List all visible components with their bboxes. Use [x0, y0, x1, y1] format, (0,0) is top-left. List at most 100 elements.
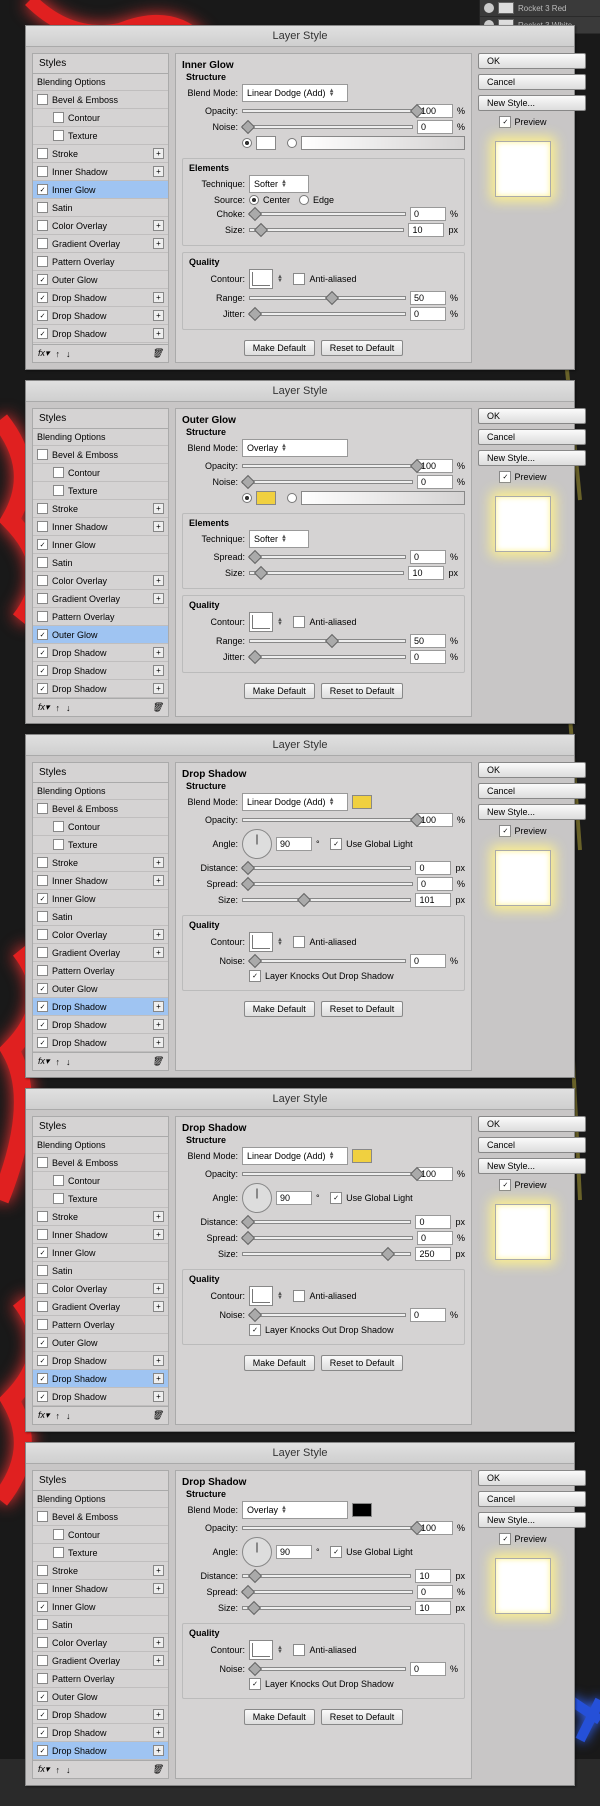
checkbox[interactable] — [37, 1619, 48, 1630]
value-input[interactable]: 10 — [415, 1601, 451, 1615]
style-item[interactable]: Drop Shadow+ — [33, 1034, 168, 1052]
add-button[interactable]: + — [153, 575, 164, 586]
slider[interactable] — [242, 1167, 413, 1181]
style-item[interactable]: Drop Shadow+ — [33, 289, 168, 307]
preview-checkbox[interactable] — [499, 1533, 511, 1545]
slider[interactable] — [242, 877, 413, 891]
trash-icon[interactable]: 🗑 — [152, 1056, 163, 1067]
slider[interactable] — [242, 861, 411, 875]
add-button[interactable]: + — [153, 1301, 164, 1312]
dropdown[interactable]: Softer▲▼ — [249, 530, 309, 548]
add-button[interactable]: + — [153, 593, 164, 604]
checkbox[interactable] — [37, 310, 48, 321]
style-item[interactable]: Color Overlay+ — [33, 1280, 168, 1298]
ok-button[interactable]: OK — [478, 1116, 586, 1132]
style-item[interactable]: Blending Options — [33, 1491, 168, 1508]
checkbox[interactable] — [37, 665, 48, 676]
add-button[interactable]: + — [153, 929, 164, 940]
checkbox[interactable] — [53, 839, 64, 850]
color-swatch[interactable] — [352, 1503, 372, 1517]
reset-default-button[interactable]: Reset to Default — [321, 1355, 404, 1371]
checkbox[interactable] — [37, 220, 48, 231]
down-icon[interactable]: ↓ — [66, 1411, 71, 1421]
reset-default-button[interactable]: Reset to Default — [321, 340, 404, 356]
style-item[interactable]: Color Overlay+ — [33, 1634, 168, 1652]
checkbox[interactable] — [37, 929, 48, 940]
checkbox[interactable] — [37, 893, 48, 904]
contour-picker[interactable] — [249, 1286, 273, 1306]
checkbox[interactable] — [37, 1319, 48, 1330]
global-light-checkbox[interactable] — [330, 1546, 342, 1558]
slider[interactable] — [242, 1585, 413, 1599]
style-item[interactable]: Inner Glow — [33, 1244, 168, 1262]
contour-picker[interactable] — [249, 1640, 273, 1660]
slider[interactable] — [242, 120, 413, 134]
style-item[interactable]: Blending Options — [33, 1137, 168, 1154]
style-item[interactable]: Inner Shadow+ — [33, 1226, 168, 1244]
checkbox[interactable] — [37, 1157, 48, 1168]
style-item[interactable]: Drop Shadow+ — [33, 1706, 168, 1724]
preview-checkbox[interactable] — [499, 471, 511, 483]
checkbox[interactable] — [37, 1745, 48, 1756]
checkbox[interactable] — [37, 184, 48, 195]
value-input[interactable]: 0 — [410, 1308, 446, 1322]
up-icon[interactable]: ↑ — [56, 1411, 61, 1421]
anti-aliased-checkbox[interactable] — [293, 616, 305, 628]
make-default-button[interactable]: Make Default — [244, 1001, 315, 1017]
checkbox[interactable] — [37, 256, 48, 267]
slider[interactable] — [242, 475, 413, 489]
style-item[interactable]: Drop Shadow+ — [33, 325, 168, 343]
fx-menu[interactable]: fx▾ — [38, 1056, 50, 1067]
checkbox[interactable] — [53, 130, 64, 141]
fx-menu[interactable]: fx▾ — [38, 702, 50, 713]
slider[interactable] — [242, 1231, 413, 1245]
slider[interactable] — [249, 307, 406, 321]
style-item[interactable]: Outer Glow — [33, 271, 168, 289]
style-item[interactable]: Texture — [33, 1190, 168, 1208]
checkbox[interactable] — [37, 1511, 48, 1522]
value-input[interactable]: 0 — [415, 1215, 451, 1229]
style-item[interactable]: Satin — [33, 1616, 168, 1634]
checkbox[interactable] — [37, 1229, 48, 1240]
checkbox[interactable] — [37, 166, 48, 177]
style-item[interactable]: Contour — [33, 464, 168, 482]
style-item[interactable]: Inner Glow — [33, 181, 168, 199]
value-input[interactable]: 0 — [417, 1585, 453, 1599]
trash-icon[interactable]: 🗑 — [152, 348, 163, 359]
style-item[interactable]: Inner Glow — [33, 536, 168, 554]
style-item[interactable]: Pattern Overlay — [33, 962, 168, 980]
checkbox[interactable] — [37, 1247, 48, 1258]
preview-checkbox[interactable] — [499, 116, 511, 128]
checkbox[interactable] — [37, 1655, 48, 1666]
value-input[interactable]: 90 — [276, 1191, 312, 1205]
new-style-button[interactable]: New Style... — [478, 1158, 586, 1174]
checkbox[interactable] — [37, 1019, 48, 1030]
value-input[interactable]: 0 — [410, 1662, 446, 1676]
style-item[interactable]: Bevel & Emboss — [33, 800, 168, 818]
checkbox[interactable] — [37, 575, 48, 586]
add-button[interactable]: + — [153, 1655, 164, 1666]
add-button[interactable]: + — [153, 238, 164, 249]
value-input[interactable]: 0 — [410, 307, 446, 321]
add-button[interactable]: + — [153, 328, 164, 339]
value-input[interactable]: 0 — [410, 550, 446, 564]
style-item[interactable]: Inner Glow — [33, 890, 168, 908]
checkbox[interactable] — [37, 94, 48, 105]
style-item[interactable]: Blending Options — [33, 783, 168, 800]
make-default-button[interactable]: Make Default — [244, 340, 315, 356]
style-item[interactable]: Gradient Overlay+ — [33, 235, 168, 253]
style-item[interactable]: Outer Glow — [33, 626, 168, 644]
slider[interactable] — [249, 1662, 406, 1676]
contour-picker[interactable] — [249, 612, 273, 632]
new-style-button[interactable]: New Style... — [478, 804, 586, 820]
style-item[interactable]: Stroke+ — [33, 1562, 168, 1580]
trash-icon[interactable]: 🗑 — [152, 1764, 163, 1775]
style-item[interactable]: Bevel & Emboss — [33, 91, 168, 109]
checkbox[interactable] — [37, 449, 48, 460]
checkbox[interactable] — [37, 1391, 48, 1402]
anti-aliased-checkbox[interactable] — [293, 1290, 305, 1302]
value-input[interactable]: 0 — [417, 1231, 453, 1245]
style-item[interactable]: Satin — [33, 908, 168, 926]
checkbox[interactable] — [37, 965, 48, 976]
value-input[interactable]: 0 — [417, 475, 453, 489]
